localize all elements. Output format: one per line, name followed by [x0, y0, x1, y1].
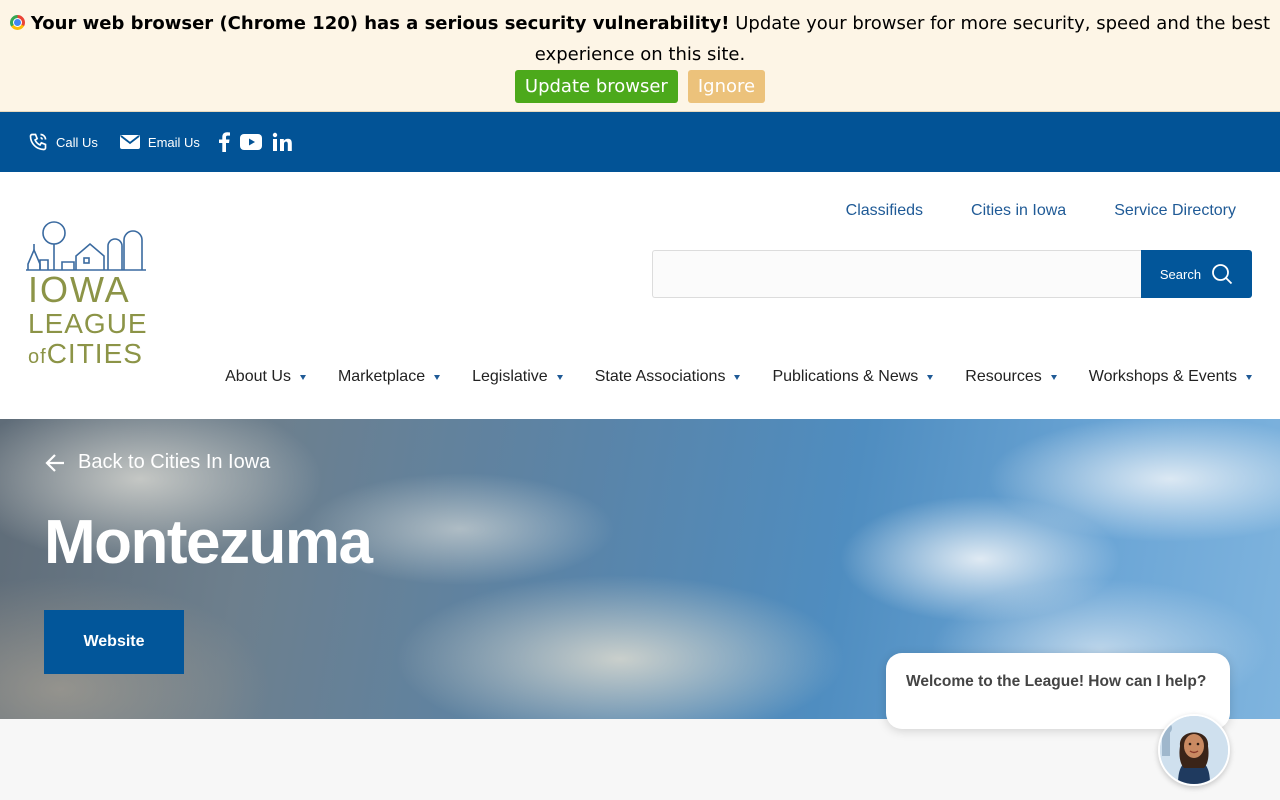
caret-down-icon	[434, 374, 441, 380]
search-icon	[1212, 264, 1233, 285]
caret-down-icon	[1246, 374, 1252, 380]
caret-down-icon	[927, 374, 934, 380]
utility-link-service-directory[interactable]: Service Directory	[1114, 202, 1236, 220]
search-button[interactable]: Search	[1141, 250, 1252, 298]
caret-down-icon	[299, 374, 306, 380]
logo-line-of: of	[28, 346, 47, 368]
update-browser-button[interactable]: Update browser	[514, 70, 678, 103]
banner-message: Your web browser (Chrome 120) has a seri…	[0, 8, 1280, 70]
nav-label: Resources	[965, 368, 1042, 385]
caret-down-icon	[734, 374, 741, 380]
youtube-icon[interactable]	[239, 134, 262, 150]
nav-item-workshops-events[interactable]: Workshops & Events	[1089, 368, 1252, 386]
caret-down-icon	[556, 374, 563, 380]
back-label: Back to Cities In Iowa	[78, 451, 271, 473]
logo-line-league: LEAGUE	[28, 308, 148, 339]
envelope-icon	[119, 135, 140, 149]
page-title: Montezuma	[44, 508, 373, 577]
nav-item-about-us[interactable]: About Us	[225, 368, 306, 386]
arrow-left-icon	[45, 453, 64, 472]
search-button-label: Search	[1159, 266, 1202, 282]
main-nav: About Us Marketplace Legislative State A…	[193, 368, 1252, 386]
nav-label: Legislative	[472, 368, 548, 385]
utility-link-cities-in-iowa[interactable]: Cities in Iowa	[971, 202, 1066, 220]
site-search: Search	[652, 250, 1252, 298]
nav-item-resources[interactable]: Resources	[965, 368, 1057, 386]
linkedin-icon[interactable]	[272, 132, 292, 152]
email-us-label: Email Us	[147, 134, 200, 150]
nav-item-marketplace[interactable]: Marketplace	[337, 368, 441, 386]
logo-line-iowa: IOWA	[28, 269, 131, 310]
email-us-link[interactable]: Email Us	[119, 134, 200, 150]
logo-line-cities: ofCITIES	[28, 340, 143, 371]
nav-label: Marketplace	[337, 368, 426, 385]
chat-message: Welcome to the League! How can I help?	[906, 673, 1207, 690]
call-us-link[interactable]: Call Us	[28, 132, 98, 152]
facebook-icon[interactable]	[218, 132, 230, 152]
utility-nav: Classifieds Cities in Iowa Service Direc…	[846, 202, 1236, 220]
call-us-label: Call Us	[56, 134, 98, 150]
nav-item-state-associations[interactable]: State Associations	[595, 368, 741, 386]
utility-link-classifieds[interactable]: Classifieds	[846, 202, 923, 220]
assistant-avatar-icon	[1160, 716, 1228, 784]
iowa-league-of-cities-logo[interactable]: IOWA LEAGUE ofCITIES	[26, 220, 148, 370]
chrome-icon	[9, 15, 25, 30]
nav-item-publications-news[interactable]: Publications & News	[772, 368, 934, 386]
ignore-button[interactable]: Ignore	[687, 70, 766, 103]
search-input[interactable]	[652, 250, 1141, 298]
skyline-icon	[26, 221, 146, 271]
nav-label: Workshops & Events	[1088, 368, 1237, 385]
nav-item-legislative[interactable]: Legislative	[472, 368, 563, 386]
browser-update-banner: Your web browser (Chrome 120) has a seri…	[0, 0, 1280, 112]
banner-bold-text: Your web browser (Chrome 120) has a seri…	[30, 13, 730, 34]
site-header: IOWA LEAGUE ofCITIES Classifieds Cities …	[0, 172, 1280, 419]
nav-label: State Associations	[594, 368, 726, 385]
logo-line-cities-text: CITIES	[46, 338, 143, 369]
nav-label: About Us	[225, 368, 291, 385]
social-links	[218, 132, 292, 152]
caret-down-icon	[1050, 374, 1057, 380]
top-contact-bar: Call Us Email Us	[0, 112, 1280, 172]
phone-icon	[29, 133, 47, 151]
back-to-cities-link[interactable]: Back to Cities In Iowa	[44, 451, 270, 474]
nav-label: Publications & News	[772, 368, 919, 385]
chat-assistant-avatar[interactable]	[1158, 714, 1230, 786]
website-button[interactable]: Website	[44, 610, 184, 674]
